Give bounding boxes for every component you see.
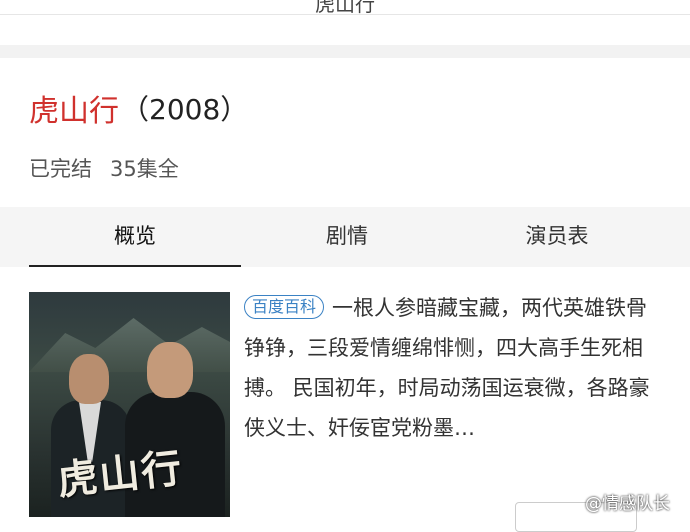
watermark: @情感队长 bbox=[585, 494, 670, 514]
tab-overview[interactable]: 概览 bbox=[29, 207, 241, 267]
poster-mountain bbox=[29, 318, 230, 372]
tab-cast[interactable]: 演员表 bbox=[453, 207, 661, 267]
status-completed: 已完结 bbox=[29, 157, 92, 181]
poster-face-right bbox=[147, 342, 193, 398]
show-title-row: 虎山行 （2008） bbox=[29, 86, 248, 130]
summary-block: 百度百科 一根人参暗藏宝藏，两代英雄铁骨铮铮，三段爱情缠绵悱恻，四大高手生死相搏。… bbox=[244, 288, 654, 448]
episode-count: 35集全 bbox=[110, 157, 179, 181]
poster-face-left bbox=[69, 354, 109, 404]
tab-plot[interactable]: 剧情 bbox=[241, 207, 453, 267]
top-bar-title: 虎山行 bbox=[315, 0, 375, 15]
show-poster-image[interactable]: 虎山行 bbox=[29, 292, 230, 517]
show-title: 虎山行 bbox=[29, 94, 119, 129]
show-status-row: 已完结 35集全 bbox=[29, 153, 179, 183]
baidu-baike-badge[interactable]: 百度百科 bbox=[244, 295, 325, 319]
section-divider bbox=[0, 45, 690, 58]
tab-bar: 概览 剧情 演员表 bbox=[0, 207, 690, 267]
top-navigation-bar: 虎山行 bbox=[0, 0, 690, 15]
show-year: （2008） bbox=[121, 93, 249, 126]
active-tab-indicator bbox=[29, 265, 241, 267]
